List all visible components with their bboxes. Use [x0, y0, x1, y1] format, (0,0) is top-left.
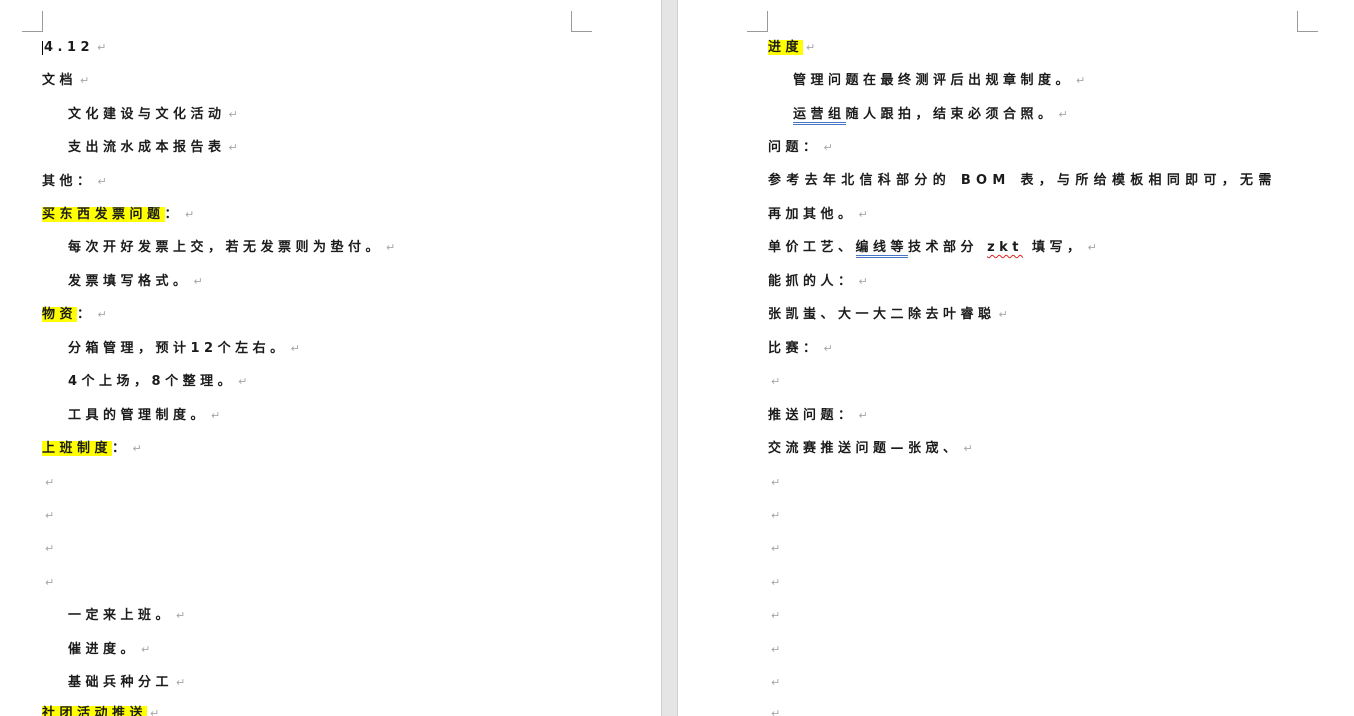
doc-line[interactable]: 一定来上班。 ↵	[68, 606, 185, 626]
doc-line[interactable]: 支出流水成本报告表 ↵	[68, 138, 238, 158]
grammar-underline: 编线等	[855, 240, 909, 258]
doc-line[interactable]: 进度 ↵	[768, 38, 815, 58]
doc-line[interactable]: 催进度。 ↵	[68, 640, 150, 660]
empty-paragraph[interactable]: ↵	[768, 606, 780, 626]
empty-paragraph[interactable]: ↵	[768, 673, 780, 693]
doc-line[interactable]: 上班制度： ↵	[42, 439, 142, 459]
text-cursor	[42, 40, 43, 55]
grammar-underline: 运营组	[793, 107, 846, 125]
spelling-underline: zkt	[987, 240, 1024, 255]
doc-line[interactable]: 文化建设与文化活动 ↵	[68, 105, 238, 125]
doc-line[interactable]: 比赛： ↵	[768, 339, 833, 359]
margin-corner-mark	[22, 11, 43, 32]
doc-line[interactable]: 推送问题： ↵	[768, 406, 868, 426]
doc-line[interactable]: 参考去年北信科部分的 BOM 表，与所给模板相同即可，无需	[768, 171, 1277, 191]
doc-line[interactable]: 基础兵种分工 ↵	[68, 673, 185, 693]
doc-line[interactable]: 每次开好发票上交，若无发票则为垫付。 ↵	[68, 238, 395, 258]
empty-paragraph[interactable]: ↵	[42, 539, 54, 559]
empty-paragraph[interactable]: ↵	[768, 573, 780, 593]
empty-paragraph[interactable]: ↵	[768, 473, 780, 493]
doc-line[interactable]: 分箱管理，预计12个左右。 ↵	[68, 339, 300, 359]
doc-line[interactable]: 4个上场，8个整理。 ↵	[68, 372, 247, 392]
doc-line[interactable]: 社团活动推送 ↵	[42, 704, 159, 716]
doc-line[interactable]: 再加其他。 ↵	[768, 205, 868, 225]
margin-corner-mark	[747, 11, 768, 32]
empty-paragraph[interactable]: ↵	[768, 539, 780, 559]
empty-paragraph[interactable]: ↵	[42, 573, 54, 593]
doc-line[interactable]: 文档 ↵	[42, 71, 89, 91]
highlighted-heading: 进度	[768, 40, 804, 55]
doc-line[interactable]: 张凯蚩、大一大二除去叶睿聪 ↵	[768, 305, 1008, 325]
doc-line[interactable]: 物资： ↵	[42, 305, 107, 325]
doc-line[interactable]: 单价工艺、编线等技术部分 zkt 填写， ↵	[768, 238, 1097, 258]
doc-line[interactable]: 买东西发票问题： ↵	[42, 205, 194, 225]
empty-paragraph[interactable]: ↵	[42, 473, 54, 493]
margin-corner-mark	[571, 11, 592, 32]
empty-paragraph[interactable]: ↵	[768, 640, 780, 660]
doc-line[interactable]: 管理问题在最终测评后出规章制度。 ↵	[793, 71, 1085, 91]
highlighted-heading: 社团活动推送	[42, 706, 148, 716]
highlighted-heading: 上班制度	[42, 441, 113, 456]
empty-paragraph[interactable]: ↵	[768, 704, 780, 716]
document-page-right[interactable]: 进度 ↵ 管理问题在最终测评后出规章制度。 ↵ 运营组随人跟拍，结束必须合照。 ↵ 问…	[678, 0, 1354, 716]
doc-line[interactable]: 问题： ↵	[768, 138, 833, 158]
doc-line[interactable]: 工具的管理制度。 ↵	[68, 406, 220, 426]
page-gap	[661, 0, 678, 716]
doc-line[interactable]: 其他： ↵	[42, 172, 107, 192]
doc-line[interactable]: 4.12 ↵	[42, 38, 106, 58]
empty-paragraph[interactable]: ↵	[768, 506, 780, 526]
doc-line[interactable]: 能抓的人： ↵	[768, 272, 868, 292]
doc-line[interactable]: 发票填写格式。 ↵	[68, 272, 203, 292]
doc-line[interactable]: 交流赛推送问题—张宬、 ↵	[768, 439, 973, 459]
highlighted-heading: 买东西发票问题	[42, 207, 165, 222]
highlighted-heading: 物资	[42, 307, 78, 322]
empty-paragraph[interactable]: ↵	[768, 372, 780, 392]
empty-paragraph[interactable]: ↵	[42, 506, 54, 526]
document-page-left[interactable]: 4.12 ↵ 文档 ↵ 文化建设与文化活动 ↵ 支出流水成本报告表 ↵ 其他： ↵ 买东西…	[0, 0, 661, 716]
doc-line[interactable]: 运营组随人跟拍，结束必须合照。 ↵	[793, 105, 1068, 125]
margin-corner-mark	[1297, 11, 1318, 32]
